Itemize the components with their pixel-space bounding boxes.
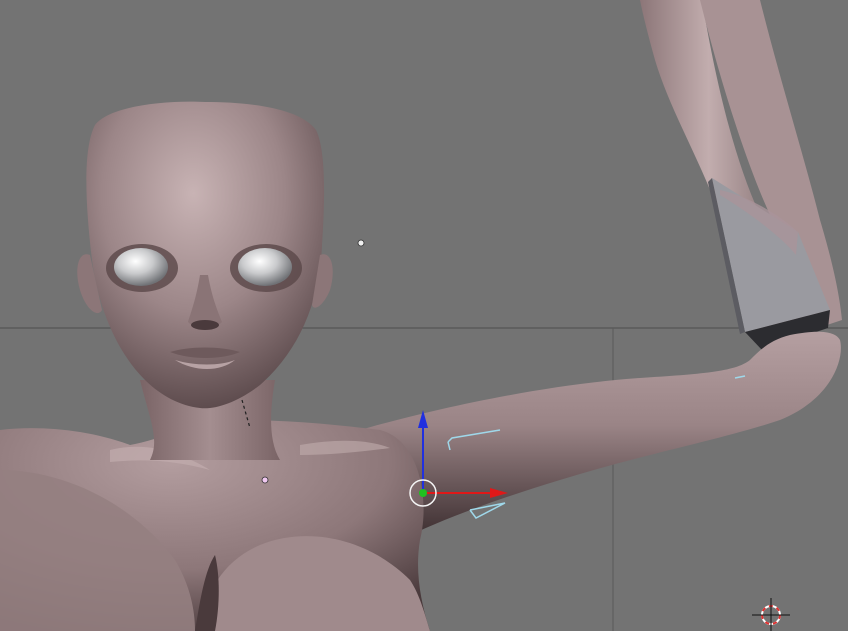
right-eye	[238, 248, 292, 286]
y-axis-handle[interactable]	[419, 489, 427, 497]
viewport-canvas[interactable]	[0, 0, 848, 631]
arm-lower[interactable]	[360, 331, 841, 540]
3d-cursor[interactable]	[752, 598, 790, 631]
left-eye	[114, 248, 168, 286]
head[interactable]	[77, 101, 333, 409]
vertex-point[interactable]	[261, 476, 269, 484]
3d-viewport[interactable]	[0, 0, 848, 631]
lamp-icon[interactable]	[357, 239, 365, 247]
